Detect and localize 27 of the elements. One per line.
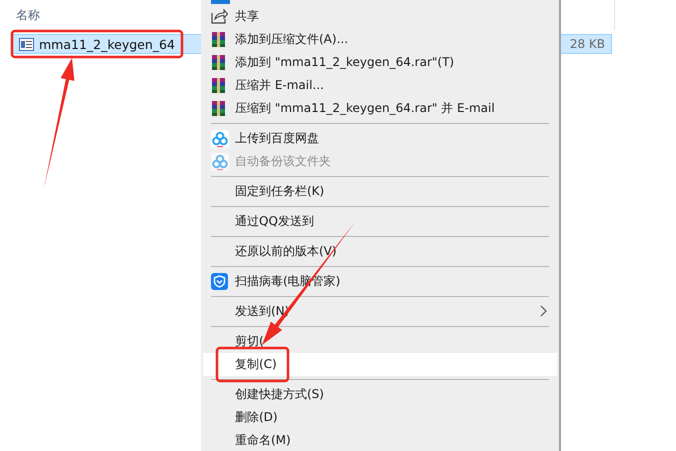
menu-item[interactable]: 压缩到 "mma11_2_keygen_64.rar" 并 E-mail <box>203 97 557 120</box>
cloud-icon <box>211 130 229 148</box>
menu-item[interactable]: 通过QQ发送到 <box>203 210 557 233</box>
menu-item[interactable]: 压缩并 E-mail... <box>203 74 557 97</box>
menu-item[interactable]: 上传到百度网盘 <box>203 127 557 150</box>
menu-item[interactable]: 重命名(M) <box>203 429 557 451</box>
app-icon <box>211 0 230 4</box>
file-icon <box>19 38 34 50</box>
menu-item[interactable]: 固定到任务栏(K) <box>203 180 557 203</box>
books-icon <box>211 77 227 94</box>
file-name: mma11_2_keygen_64 <box>39 36 175 52</box>
chevron-icon <box>540 305 547 317</box>
books-icon <box>211 54 227 71</box>
menu-item[interactable]: 剪切( <box>203 330 557 353</box>
menu-item[interactable]: 添加到 "mma11_2_keygen_64.rar"(T) <box>203 51 557 74</box>
menu-item[interactable]: 复制(C) <box>203 353 557 376</box>
menu-item[interactable]: 创建快捷方式(S) <box>203 383 557 406</box>
column-header[interactable]: 名称 <box>16 7 40 24</box>
menu-item[interactable]: 添加到压缩文件(A)... <box>203 28 557 51</box>
share-icon <box>211 8 228 24</box>
books-icon <box>211 100 227 117</box>
cloud-icon <box>211 153 229 171</box>
books-icon <box>211 31 227 48</box>
file-size: 28 KB <box>570 37 605 51</box>
shield-icon <box>211 273 228 290</box>
menu-item[interactable]: 删除(D) <box>203 406 557 429</box>
menu-item[interactable]: 共享 <box>203 5 557 28</box>
